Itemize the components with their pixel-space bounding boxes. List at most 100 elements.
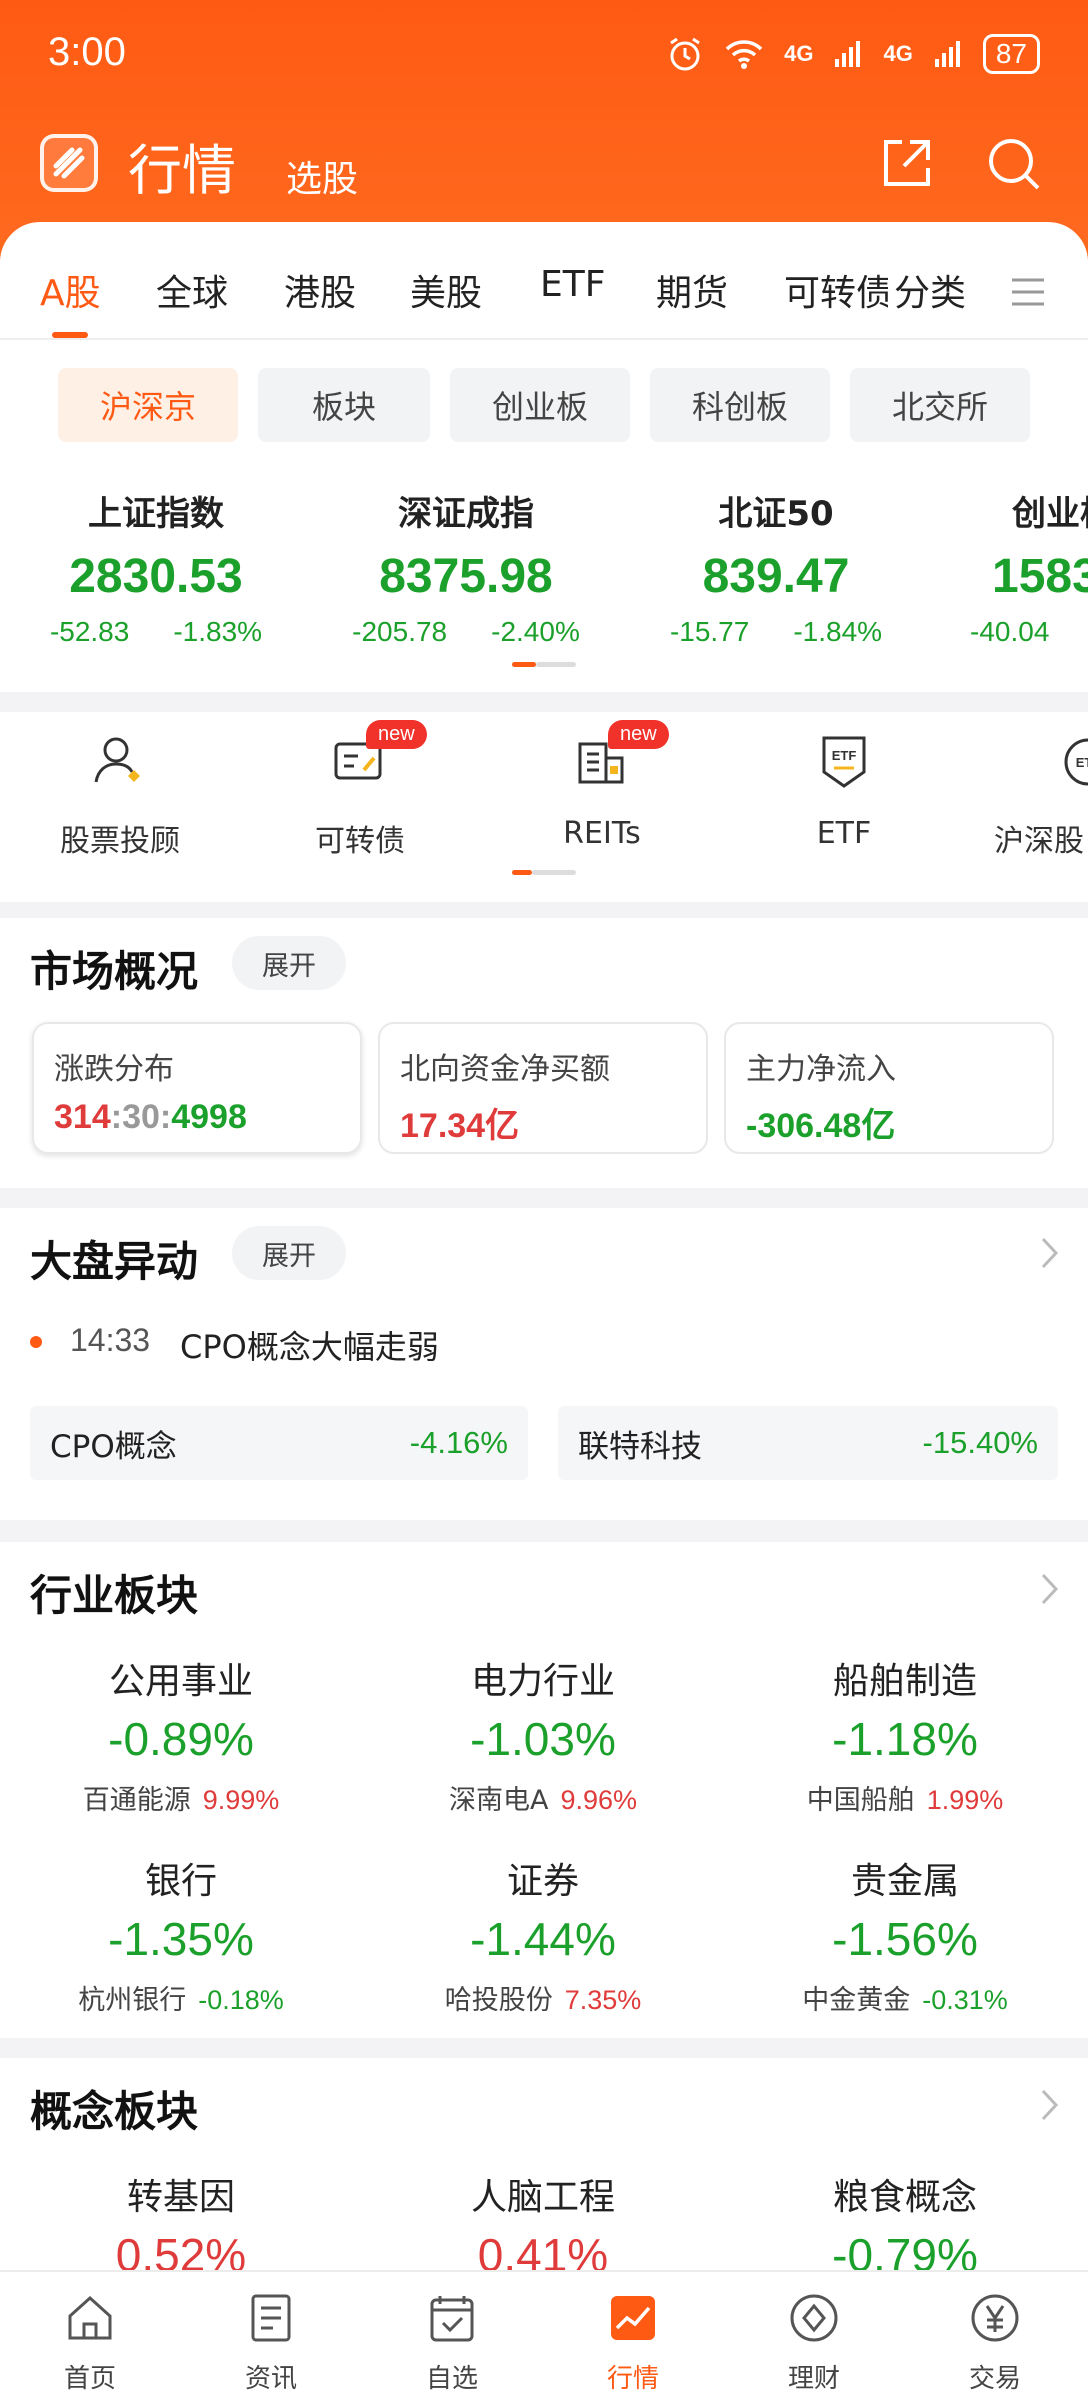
signal-4g-label-2: 4G (883, 41, 913, 66)
market-tabs: A股 全球 港股 美股 ETF 期货 可转债 分类 (0, 222, 1088, 340)
feature-pager-track (532, 870, 576, 875)
market-movement-title: 大盘异动 (30, 1237, 199, 1286)
index-change: -40.04 (970, 616, 1050, 647)
nav-news[interactable]: 资讯 (211, 2290, 331, 2395)
status-icons: 4G 4G 87 (666, 34, 1040, 74)
chip-bse[interactable]: 北交所 (850, 368, 1030, 442)
alarm-icon (670, 37, 700, 71)
watchlist-icon (430, 2296, 474, 2342)
active-tab-indicator (52, 332, 88, 338)
nav-market[interactable]: 行情 (573, 2290, 693, 2395)
northbound-flow-card[interactable]: 北向资金净买额 17.34亿 (378, 1022, 708, 1154)
market-overview-title: 市场概况 (30, 947, 199, 996)
chip-hs-beijing[interactable]: 沪深京 (58, 368, 238, 442)
wifi-icon (725, 40, 763, 69)
tab-a-share[interactable]: A股 (40, 264, 101, 316)
sector-card[interactable]: 电力行业 -1.03% 深南电A 9.96% (362, 1652, 724, 1817)
index-value: 2830.53 (69, 550, 243, 603)
search-icon[interactable] (986, 136, 1042, 192)
chip-sector[interactable]: 板块 (258, 368, 430, 442)
news-icon (251, 2294, 291, 2342)
event-dot (30, 1336, 42, 1348)
sector-card[interactable]: 证券 -1.44% 哈投股份 7.35% (362, 1852, 724, 2017)
index-name: 深证成指 (398, 494, 534, 534)
chip-chinext[interactable]: 创业板 (450, 368, 630, 442)
main-capital-flow-card[interactable]: 主力净流入 -306.48亿 (724, 1022, 1054, 1154)
index-sse[interactable]: 上证指数 2830.53 -52.83 -1.83% (6, 486, 306, 648)
advisor-icon (94, 737, 140, 783)
tab-us[interactable]: 美股 (410, 264, 482, 316)
home-icon (68, 2295, 112, 2340)
index-value: 839.47 (702, 550, 850, 603)
signal-icon-2 (934, 41, 960, 67)
index-change: -52.83 -1.83% (49, 616, 263, 647)
concept-card[interactable]: 人脑工程 0.41% (362, 2168, 724, 2282)
share-icon[interactable] (880, 136, 934, 190)
tab-global[interactable]: 全球 (156, 264, 228, 316)
index-pager-track (536, 662, 576, 667)
chevron-right-icon[interactable] (1040, 1236, 1060, 1270)
index-name: 上证指数 (88, 494, 224, 534)
sector-card[interactable]: 公用事业 -0.89% 百通能源 9.99% (0, 1652, 362, 1817)
chip-star-market[interactable]: 科创板 (650, 368, 830, 442)
concept-title: 概念板块 (30, 2087, 199, 2136)
feature-etf[interactable]: ETF ETF (744, 730, 944, 851)
new-badge: new (608, 720, 669, 749)
feature-convertible[interactable]: 可转债 (260, 730, 460, 860)
sector-card[interactable]: 船舶制造 -1.18% 中国船舶 1.99% (724, 1652, 1086, 1817)
sub-market-chips: 沪深京 板块 创业板 科创板 北交所 (0, 368, 1088, 444)
nav-trade[interactable]: 交易 (935, 2290, 1055, 2395)
feature-reits[interactable]: REITs (502, 730, 702, 851)
tab-hk[interactable]: 港股 (284, 264, 356, 316)
sector-card[interactable]: 贵金属 -1.56% 中金黄金 -0.31% (724, 1852, 1086, 2017)
index-pager-active (512, 662, 536, 667)
movement-card-stock[interactable]: 联特科技 -15.40% (558, 1406, 1058, 1480)
bottom-nav: 首页 资讯 自选 行情 理财 交易 (0, 2270, 1088, 2400)
chevron-right-icon[interactable] (1040, 2088, 1060, 2122)
market-movement-expand-button[interactable]: 展开 (232, 1226, 346, 1280)
index-change: -15.77 -1.84% (669, 616, 883, 647)
feature-hs-stock[interactable]: ETF 沪深股 (980, 730, 1088, 860)
event-text[interactable]: CPO概念大幅走弱 (180, 1322, 439, 1368)
new-badge: new (366, 720, 427, 749)
signal-4g-label: 4G (784, 41, 814, 66)
page-title: 行情 (128, 139, 236, 202)
index-value: 1583 (992, 550, 1088, 603)
tab-category[interactable]: 分类 (888, 264, 967, 316)
tab-etf[interactable]: ETF (540, 264, 605, 305)
index-bse50[interactable]: 北证50 839.47 -15.77 -1.84% (626, 486, 926, 648)
trade-yen-icon (971, 2294, 1019, 2342)
nav-wealth[interactable]: 理财 (754, 2290, 874, 2395)
battery-indicator: 87 (982, 34, 1040, 74)
menu-icon[interactable] (1010, 276, 1046, 308)
market-chart-icon (611, 2296, 655, 2340)
chevron-right-icon[interactable] (1040, 1572, 1060, 1606)
sector-card[interactable]: 银行 -1.35% 杭州银行 -0.18% (0, 1852, 362, 2017)
movement-card-cpo[interactable]: CPO概念 -4.16% (30, 1406, 528, 1480)
etf-shield-icon: ETF (822, 736, 866, 788)
hs-stock-icon: ETF (1064, 738, 1088, 786)
index-name: 北证50 (718, 494, 834, 534)
feature-advisor[interactable]: 股票投顾 (20, 730, 220, 860)
index-szse[interactable]: 深证成指 8375.98 -205.78 -2.40% (316, 486, 616, 648)
advance-decline-card[interactable]: 涨跌分布 314:30:4998 (32, 1022, 362, 1154)
status-time: 3:00 (48, 30, 126, 74)
event-time: 14:33 (70, 1322, 151, 1358)
industry-title: 行业板块 (30, 1571, 199, 1620)
tab-futures[interactable]: 期货 (656, 264, 728, 316)
market-overview-expand-button[interactable]: 展开 (232, 936, 346, 990)
concept-card[interactable]: 粮食概念 -0.79% (724, 2168, 1086, 2282)
concept-card[interactable]: 转基因 0.52% (0, 2168, 362, 2282)
nav-watchlist[interactable]: 自选 (392, 2290, 512, 2395)
tab-convertible[interactable]: 可转债 (784, 264, 892, 316)
svg-text:ETF: ETF (832, 748, 857, 763)
svg-text:ETF: ETF (1076, 755, 1088, 770)
stock-picker-link[interactable]: 选股 (286, 150, 358, 202)
index-value: 8375.98 (379, 550, 553, 603)
index-change: -205.78 -2.40% (352, 616, 580, 647)
app-logo-icon (40, 134, 98, 192)
nav-home[interactable]: 首页 (30, 2290, 150, 2395)
status-bar: 3:00 4G 4G 87 (0, 0, 1088, 110)
index-chinext[interactable]: 创业板指 1583 -40.04 (936, 486, 1088, 648)
feature-pager-active (512, 870, 532, 875)
